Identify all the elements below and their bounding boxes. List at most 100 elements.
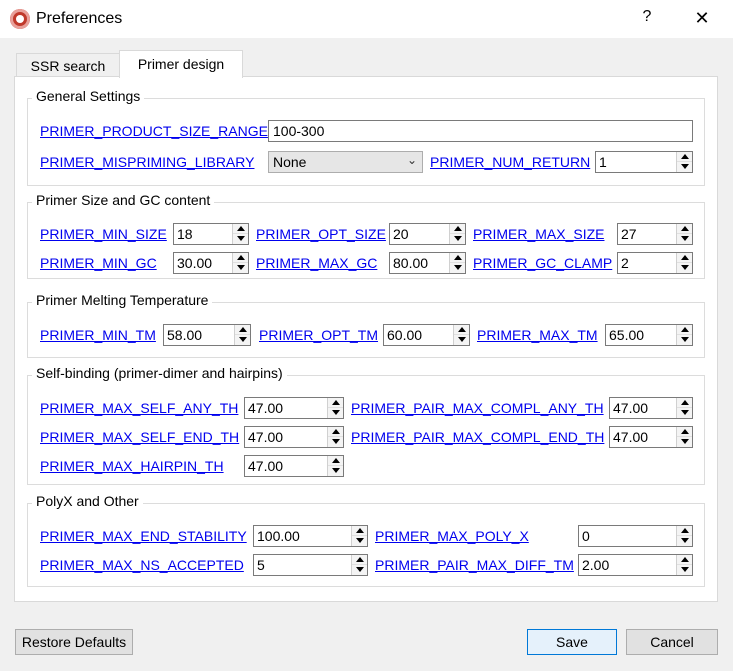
spinbox-value: 2.00 [582, 557, 610, 573]
spin-up-icon[interactable] [677, 152, 692, 162]
spin-down-icon[interactable] [328, 466, 343, 476]
spin-down-icon[interactable] [450, 263, 465, 273]
gc-clamp-spinbox[interactable]: 2 [617, 252, 693, 274]
opt-tm-spinbox[interactable]: 60.00 [383, 324, 470, 346]
max-end-stability-spinbox[interactable]: 100.00 [253, 525, 368, 547]
max-self-any-spinbox[interactable]: 47.00 [244, 397, 344, 419]
num-return-label[interactable]: PRIMER_NUM_RETURN [430, 154, 590, 170]
spin-up-icon[interactable] [677, 427, 692, 437]
spin-arrows [676, 555, 692, 575]
opt-size-spinbox[interactable]: 20 [389, 223, 466, 245]
spin-arrows [453, 325, 469, 345]
spin-down-icon[interactable] [677, 565, 692, 575]
pair-compl-any-spinbox[interactable]: 47.00 [609, 397, 693, 419]
opt-size-label[interactable]: PRIMER_OPT_SIZE [256, 226, 386, 242]
spin-down-icon[interactable] [677, 536, 692, 546]
tab-ssr-search[interactable]: SSR search [16, 53, 120, 78]
restore-defaults-button[interactable]: Restore Defaults [15, 629, 133, 655]
spin-up-icon[interactable] [677, 325, 692, 335]
max-self-end-spinbox[interactable]: 47.00 [244, 426, 344, 448]
spin-arrows [676, 253, 692, 273]
melting-temp-group: Primer Melting Temperature PRIMER_MIN_TM… [27, 292, 705, 358]
spin-up-icon[interactable] [328, 398, 343, 408]
spin-up-icon[interactable] [352, 526, 367, 536]
min-tm-label[interactable]: PRIMER_MIN_TM [40, 327, 156, 343]
spin-up-icon[interactable] [677, 398, 692, 408]
spinbox-value: 60.00 [387, 327, 423, 343]
max-hairpin-label[interactable]: PRIMER_MAX_HAIRPIN_TH [40, 458, 224, 474]
pair-compl-any-label[interactable]: PRIMER_PAIR_MAX_COMPL_ANY_TH [351, 400, 604, 416]
spin-up-icon[interactable] [454, 325, 469, 335]
max-gc-spinbox[interactable]: 80.00 [389, 252, 466, 274]
min-tm-spinbox[interactable]: 58.00 [163, 324, 251, 346]
polyx-group: PolyX and Other PRIMER_MAX_END_STABILITY… [27, 493, 705, 587]
spin-down-icon[interactable] [235, 335, 250, 345]
pair-max-diff-tm-spinbox[interactable]: 2.00 [578, 554, 693, 576]
spin-down-icon[interactable] [677, 335, 692, 345]
spin-down-icon[interactable] [233, 234, 248, 244]
max-size-label[interactable]: PRIMER_MAX_SIZE [473, 226, 604, 242]
spin-up-icon[interactable] [677, 555, 692, 565]
spin-up-icon[interactable] [233, 253, 248, 263]
spin-down-icon[interactable] [677, 234, 692, 244]
max-end-stability-label[interactable]: PRIMER_MAX_END_STABILITY [40, 528, 247, 544]
close-icon[interactable]: ✕ [692, 8, 712, 29]
spin-up-icon[interactable] [328, 456, 343, 466]
max-tm-label[interactable]: PRIMER_MAX_TM [477, 327, 598, 343]
max-ns-accepted-label[interactable]: PRIMER_MAX_NS_ACCEPTED [40, 557, 244, 573]
gc-clamp-label[interactable]: PRIMER_GC_CLAMP [473, 255, 612, 271]
spinbox-value: 0 [582, 528, 590, 544]
save-button[interactable]: Save [527, 629, 617, 655]
min-size-spinbox[interactable]: 18 [173, 223, 249, 245]
spin-up-icon[interactable] [677, 224, 692, 234]
max-size-spinbox[interactable]: 27 [617, 223, 693, 245]
spin-down-icon[interactable] [328, 408, 343, 418]
spin-down-icon[interactable] [454, 335, 469, 345]
min-size-label[interactable]: PRIMER_MIN_SIZE [40, 226, 167, 242]
mispriming-library-select[interactable]: None ⌄ [268, 151, 423, 173]
min-gc-spinbox[interactable]: 30.00 [173, 252, 249, 274]
spinbox-value: 30.00 [177, 255, 213, 271]
spin-down-icon[interactable] [352, 565, 367, 575]
spin-up-icon[interactable] [233, 224, 248, 234]
spinbox-value: 18 [177, 226, 193, 242]
max-poly-x-label[interactable]: PRIMER_MAX_POLY_X [375, 528, 529, 544]
mispriming-library-label[interactable]: PRIMER_MISPRIMING_LIBRARY [40, 154, 254, 170]
spin-down-icon[interactable] [233, 263, 248, 273]
spin-down-icon[interactable] [328, 437, 343, 447]
max-ns-accepted-spinbox[interactable]: 5 [253, 554, 368, 576]
spin-up-icon[interactable] [235, 325, 250, 335]
spin-down-icon[interactable] [352, 536, 367, 546]
product-size-range-label[interactable]: PRIMER_PRODUCT_SIZE_RANGE [40, 123, 268, 139]
max-self-end-label[interactable]: PRIMER_MAX_SELF_END_TH [40, 429, 239, 445]
spin-up-icon[interactable] [677, 253, 692, 263]
product-size-range-input[interactable]: 100-300 [268, 120, 693, 142]
num-return-spinbox[interactable]: 1 [595, 151, 693, 173]
size-gc-group: Primer Size and GC content PRIMER_MIN_SI… [27, 192, 705, 279]
spin-up-icon[interactable] [328, 427, 343, 437]
pair-max-diff-tm-label[interactable]: PRIMER_PAIR_MAX_DIFF_TM [375, 557, 574, 573]
spin-up-icon[interactable] [352, 555, 367, 565]
tab-primer-design[interactable]: Primer design [119, 50, 243, 78]
max-self-any-label[interactable]: PRIMER_MAX_SELF_ANY_TH [40, 400, 238, 416]
spin-down-icon[interactable] [677, 162, 692, 172]
spin-down-icon[interactable] [677, 437, 692, 447]
spin-up-icon[interactable] [677, 526, 692, 536]
spin-up-icon[interactable] [450, 253, 465, 263]
spin-down-icon[interactable] [677, 263, 692, 273]
cancel-button[interactable]: Cancel [626, 629, 718, 655]
spin-arrows [676, 325, 692, 345]
max-tm-spinbox[interactable]: 65.00 [605, 324, 693, 346]
max-hairpin-spinbox[interactable]: 47.00 [244, 455, 344, 477]
max-gc-label[interactable]: PRIMER_MAX_GC [256, 255, 377, 271]
help-button[interactable]: ? [640, 8, 654, 26]
pair-compl-end-label[interactable]: PRIMER_PAIR_MAX_COMPL_END_TH [351, 429, 604, 445]
pair-compl-end-spinbox[interactable]: 47.00 [609, 426, 693, 448]
spin-up-icon[interactable] [450, 224, 465, 234]
max-poly-x-spinbox[interactable]: 0 [578, 525, 693, 547]
min-gc-label[interactable]: PRIMER_MIN_GC [40, 255, 157, 271]
spin-down-icon[interactable] [450, 234, 465, 244]
title-bar: Preferences ? ✕ [0, 0, 733, 38]
opt-tm-label[interactable]: PRIMER_OPT_TM [259, 327, 378, 343]
spin-down-icon[interactable] [677, 408, 692, 418]
